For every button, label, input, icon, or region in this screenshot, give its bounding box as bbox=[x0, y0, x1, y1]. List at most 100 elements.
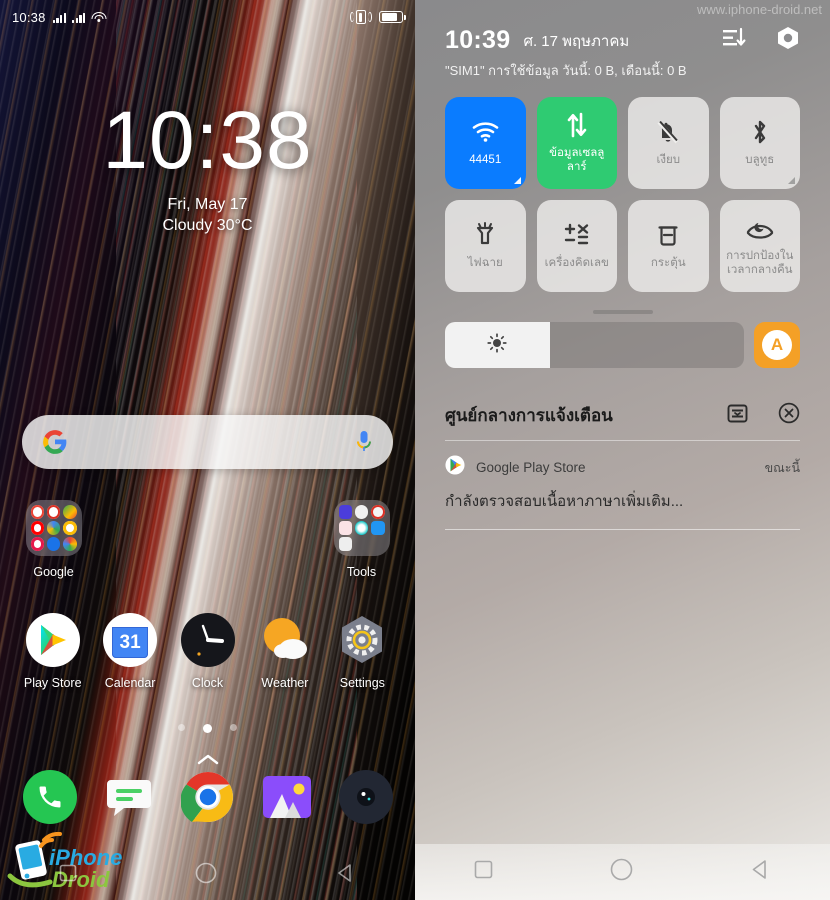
tile-clean[interactable]: กระตุ้น bbox=[628, 200, 709, 292]
folder-app-icon bbox=[46, 537, 61, 552]
divider bbox=[445, 529, 800, 530]
folder-app-icon bbox=[46, 521, 61, 535]
vibrate-icon bbox=[350, 10, 372, 24]
page-dot-active[interactable] bbox=[203, 724, 212, 733]
back-triangle-icon[interactable] bbox=[336, 863, 356, 888]
play-store-icon bbox=[445, 455, 465, 480]
notification-app-name: Google Play Store bbox=[476, 460, 586, 475]
folder-label: Tools bbox=[346, 565, 377, 579]
phone-icon bbox=[39, 786, 60, 808]
settings-gear-icon bbox=[342, 616, 383, 663]
folder-app-icon bbox=[62, 521, 77, 535]
recents-square-icon[interactable] bbox=[59, 864, 77, 887]
dock-item-chrome[interactable] bbox=[168, 770, 247, 824]
tile-label: เงียบ bbox=[656, 153, 681, 166]
notification-item[interactable]: Google Play Store ขณะนี้ กำลังตรวจสอบเนื… bbox=[415, 441, 830, 513]
notification-center-title: ศูนย์กลางการแจ้งเตือน bbox=[445, 406, 613, 425]
tile-calculator[interactable]: เครื่องคิดเลข bbox=[536, 200, 617, 292]
status-bar-time: 10:38 bbox=[12, 9, 46, 25]
apps-row: Play Store 31 Calendar Clock Weather Set… bbox=[0, 613, 415, 690]
dock bbox=[0, 770, 415, 824]
tile-night-protection[interactable]: การปกป้องในเวลากลางคืน bbox=[719, 200, 800, 292]
site-watermark: www.iphone-droid.net bbox=[696, 2, 822, 17]
calendar-date-badge: 31 bbox=[112, 622, 149, 658]
tile-expand-corner-icon[interactable] bbox=[513, 177, 521, 184]
weather-icon bbox=[263, 618, 307, 659]
clock-widget[interactable]: 10:38 Fri, May 17 Cloudy 30°C bbox=[0, 95, 415, 235]
microphone-icon[interactable] bbox=[355, 429, 373, 455]
control-center-date: ศ. 17 พฤษภาคม bbox=[523, 32, 630, 50]
folder-app-icon bbox=[338, 505, 353, 519]
folder-app-icon bbox=[62, 537, 77, 552]
clock-widget-time: 10:38 bbox=[102, 95, 313, 186]
edit-order-icon[interactable] bbox=[722, 27, 746, 54]
app-weather[interactable]: Weather bbox=[246, 613, 323, 690]
app-play-store[interactable]: Play Store bbox=[14, 613, 91, 690]
folder-app-icon bbox=[370, 521, 385, 535]
page-dot[interactable] bbox=[230, 724, 237, 731]
manage-notifications-icon[interactable] bbox=[727, 403, 748, 429]
tile-label: การปกป้องในเวลากลางคืน bbox=[726, 249, 794, 276]
app-label: Clock bbox=[191, 676, 224, 690]
clock-widget-date: Fri, May 17 bbox=[167, 195, 248, 213]
google-g-icon bbox=[42, 429, 68, 455]
tile-bluetooth[interactable]: บลูทูธ bbox=[719, 97, 800, 189]
tile-label: กระตุ้น bbox=[650, 256, 686, 269]
folder-app-icon bbox=[354, 521, 369, 535]
tile-label: ไฟฉาย bbox=[467, 256, 503, 269]
tile-flashlight[interactable]: ไฟฉาย bbox=[445, 200, 526, 292]
tile-cellular-data[interactable]: ข้อมูลเซลลูลาร์ bbox=[536, 97, 617, 189]
recents-square-icon[interactable] bbox=[474, 860, 493, 884]
bell-off-icon bbox=[656, 119, 680, 145]
dock-item-camera[interactable] bbox=[326, 770, 405, 824]
wifi-icon bbox=[472, 119, 499, 145]
notification-time: ขณะนี้ bbox=[764, 460, 800, 475]
notification-body: กำลังตรวจสอบเนื้อหาภาษาเพิ่มเติม... bbox=[445, 493, 684, 510]
gallery-icon bbox=[262, 776, 311, 818]
bluetooth-icon bbox=[750, 119, 770, 145]
google-search-bar[interactable] bbox=[22, 415, 393, 469]
page-indicator[interactable] bbox=[0, 724, 415, 733]
folder-app-icon bbox=[30, 521, 45, 535]
clear-all-icon[interactable] bbox=[778, 402, 800, 429]
tile-expand-corner-icon[interactable] bbox=[788, 177, 795, 184]
app-settings[interactable]: Settings bbox=[324, 613, 401, 690]
messages-icon bbox=[106, 780, 151, 816]
tile-label: 44451 bbox=[469, 153, 502, 166]
folder-google[interactable]: Google bbox=[14, 500, 93, 579]
folder-tools[interactable]: Tools bbox=[322, 500, 401, 579]
control-center-panel: www.iphone-droid.net 10:39 ศ. 17 พฤษภาคม bbox=[415, 0, 830, 900]
app-clock[interactable]: Clock bbox=[169, 613, 246, 690]
navigation-bar bbox=[415, 844, 830, 900]
home-circle-icon[interactable] bbox=[195, 862, 217, 889]
settings-gear-icon[interactable] bbox=[776, 26, 800, 55]
brightness-sun-icon bbox=[487, 332, 507, 358]
tile-label: บลูทูธ bbox=[745, 153, 775, 166]
app-label: Calendar bbox=[104, 676, 156, 690]
dock-item-messages[interactable] bbox=[89, 770, 168, 824]
page-dot[interactable] bbox=[178, 724, 185, 731]
tile-silent[interactable]: เงียบ bbox=[628, 97, 709, 189]
app-calendar[interactable]: 31 Calendar bbox=[91, 613, 168, 690]
flashlight-icon bbox=[474, 221, 496, 248]
app-label: Settings bbox=[339, 676, 385, 690]
folder-app-icon bbox=[62, 505, 77, 519]
dock-item-gallery[interactable] bbox=[247, 770, 326, 824]
back-triangle-icon[interactable] bbox=[750, 859, 771, 885]
app-drawer-chevron-up-icon[interactable] bbox=[0, 752, 415, 770]
tile-label: ข้อมูลเซลลูลาร์ bbox=[549, 146, 605, 173]
clock-icon bbox=[196, 624, 224, 656]
auto-brightness-label: A bbox=[762, 330, 792, 360]
dock-item-phone[interactable] bbox=[10, 770, 89, 824]
calculator-icon bbox=[564, 222, 590, 248]
home-circle-icon[interactable] bbox=[610, 858, 633, 886]
folder-app-icon bbox=[354, 505, 369, 519]
folder-label: Google bbox=[33, 565, 74, 579]
folder-app-icon bbox=[338, 521, 353, 535]
control-center-time: 10:39 bbox=[445, 26, 511, 54]
brightness-slider[interactable] bbox=[445, 322, 744, 368]
auto-brightness-button[interactable]: A bbox=[754, 322, 800, 368]
folders-row: Google Tools bbox=[0, 500, 415, 579]
navigation-bar bbox=[0, 850, 415, 900]
tile-wifi[interactable]: 44451 bbox=[445, 97, 526, 189]
